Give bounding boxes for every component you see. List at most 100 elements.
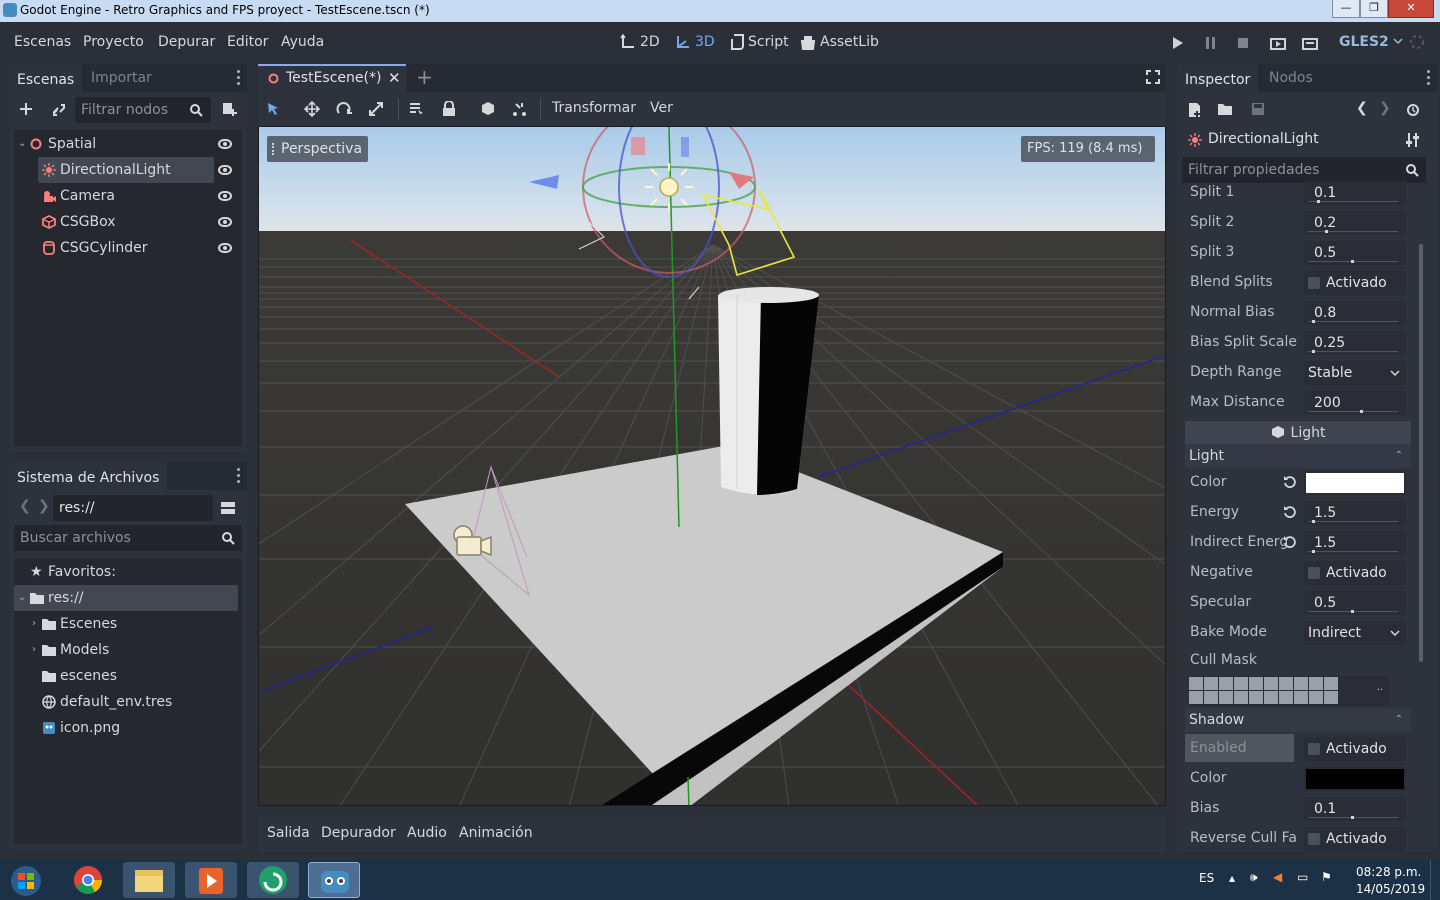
- menu-ayuda[interactable]: Ayuda: [281, 34, 324, 50]
- add-node-icon[interactable]: [19, 102, 33, 116]
- fs-favorites[interactable]: ★ Favoritos:: [14, 559, 242, 585]
- property-value-slider[interactable]: 0.2: [1304, 211, 1406, 235]
- fs-file-icon-png[interactable]: icon.png: [14, 715, 242, 741]
- snap-icon[interactable]: [512, 101, 528, 117]
- language-indicator[interactable]: ES: [1199, 871, 1214, 885]
- property-value-slider[interactable]: 0.25: [1304, 331, 1406, 355]
- reset-icon[interactable]: [1283, 535, 1296, 548]
- tab-animacion[interactable]: Animación: [459, 825, 533, 841]
- property-checkbox[interactable]: Activado: [1304, 561, 1406, 585]
- object-properties-icon[interactable]: [1405, 132, 1421, 148]
- mode-2d-button[interactable]: 2D: [620, 34, 660, 50]
- tab-importar[interactable]: Importar: [83, 64, 160, 92]
- new-tab-icon[interactable]: +: [416, 65, 433, 89]
- media-taskbar-button[interactable]: [185, 862, 237, 898]
- back-arrow-icon[interactable]: ❮: [19, 498, 31, 514]
- clock-date[interactable]: 14/05/2019: [1356, 882, 1425, 896]
- network-icon[interactable]: ▭: [1297, 870, 1308, 884]
- clock-time[interactable]: 08:28 p.m.: [1356, 865, 1421, 879]
- mode-script-button[interactable]: Script: [730, 34, 789, 50]
- renderer-selector[interactable]: GLES2: [1339, 34, 1403, 50]
- dock-menu-icon[interactable]: [1427, 70, 1431, 86]
- save-icon[interactable]: [1251, 102, 1265, 116]
- tab-filesystem[interactable]: Sistema de Archivos: [9, 462, 168, 490]
- transform-menu[interactable]: Transformar: [552, 100, 636, 116]
- maximize-button[interactable]: ❐: [1360, 0, 1388, 18]
- explorer-taskbar-button[interactable]: [123, 862, 175, 898]
- chrome-taskbar-button[interactable]: [62, 862, 114, 898]
- warning-icon[interactable]: ◀: [1273, 870, 1282, 884]
- section-light[interactable]: Light ⌃: [1185, 444, 1411, 468]
- instance-scene-icon[interactable]: [221, 101, 237, 117]
- minimize-button[interactable]: —: [1332, 0, 1360, 18]
- dock-menu-icon[interactable]: [237, 468, 241, 484]
- inspector-scrollbar[interactable]: [1419, 244, 1423, 662]
- tab-salida[interactable]: Salida: [267, 825, 310, 841]
- property-value-slider[interactable]: 0.5: [1304, 591, 1406, 615]
- menu-proyecto[interactable]: Proyecto: [83, 34, 144, 50]
- history-back-icon[interactable]: ❮: [1356, 100, 1368, 116]
- view-menu[interactable]: Ver: [650, 100, 673, 116]
- start-button[interactable]: [0, 862, 56, 898]
- volume-icon[interactable]: 🕪: [1250, 870, 1258, 885]
- mode-assetlib-button[interactable]: AssetLib: [800, 34, 879, 50]
- property-color-picker[interactable]: [1304, 471, 1406, 495]
- fs-folder-models[interactable]: › Models: [14, 637, 242, 663]
- tree-node-directionallight[interactable]: DirectionalLight: [14, 157, 242, 183]
- property-checkbox[interactable]: Activado: [1304, 737, 1406, 761]
- play-scene-icon[interactable]: [1270, 36, 1286, 50]
- mode-3d-button[interactable]: 3D: [675, 34, 715, 50]
- lock-icon[interactable]: [442, 101, 456, 117]
- flag-icon[interactable]: ⚑: [1321, 870, 1332, 884]
- stop-icon[interactable]: [1237, 36, 1249, 50]
- menu-depurar[interactable]: Depurar: [158, 34, 215, 50]
- menu-escenas[interactable]: Escenas: [14, 34, 71, 50]
- scale-tool-icon[interactable]: [368, 101, 384, 117]
- tree-node-csgcylinder[interactable]: CSGCylinder: [14, 235, 242, 261]
- fs-res-root[interactable]: ⌄ res://: [14, 585, 242, 611]
- open-folder-icon[interactable]: [1218, 103, 1234, 117]
- tab-testescene[interactable]: TestEscene(*) ✕: [258, 64, 406, 92]
- link-icon[interactable]: [51, 102, 67, 118]
- pause-icon[interactable]: [1205, 36, 1217, 50]
- property-value-slider[interactable]: 1.5: [1304, 531, 1406, 555]
- tree-node-spatial[interactable]: ⌄ Spatial: [14, 131, 242, 157]
- fs-file-default-env[interactable]: default_env.tres: [14, 689, 242, 715]
- property-color-picker[interactable]: [1304, 767, 1406, 791]
- property-value-slider[interactable]: 0.8: [1304, 301, 1406, 325]
- property-value-slider[interactable]: 0.1: [1304, 181, 1406, 205]
- history-forward-icon[interactable]: ❯: [1379, 100, 1391, 116]
- forward-arrow-icon[interactable]: ❯: [38, 498, 50, 514]
- visibility-eye-icon[interactable]: [218, 165, 232, 175]
- close-tab-icon[interactable]: ✕: [388, 69, 401, 87]
- play-custom-scene-icon[interactable]: [1302, 36, 1318, 50]
- property-dropdown[interactable]: Stable: [1304, 361, 1406, 385]
- group-icon[interactable]: [480, 101, 496, 117]
- property-checkbox[interactable]: Activado: [1304, 271, 1406, 295]
- list-select-icon[interactable]: [408, 101, 424, 117]
- property-value-slider[interactable]: 200: [1304, 391, 1406, 415]
- app-taskbar-button[interactable]: [247, 862, 299, 898]
- tree-node-camera[interactable]: Camera: [14, 183, 242, 209]
- tree-node-csgbox[interactable]: CSGBox: [14, 209, 242, 235]
- tab-escenas[interactable]: Escenas: [9, 64, 83, 92]
- tab-inspector[interactable]: Inspector: [1177, 64, 1259, 92]
- tab-audio[interactable]: Audio: [407, 825, 447, 841]
- close-window-button[interactable]: ✕: [1388, 0, 1434, 18]
- dock-menu-icon[interactable]: [237, 70, 241, 86]
- show-desktop-button[interactable]: [1430, 860, 1440, 900]
- select-tool-icon[interactable]: [266, 102, 280, 116]
- reset-icon[interactable]: [1283, 475, 1296, 488]
- visibility-eye-icon[interactable]: [218, 243, 232, 253]
- fs-folder-escenes[interactable]: › Escenes: [14, 611, 242, 637]
- property-checkbox[interactable]: Activado: [1304, 827, 1406, 851]
- fs-folder-escenes-lower[interactable]: escenes: [14, 663, 242, 689]
- property-value-slider[interactable]: 1.5: [1304, 501, 1406, 525]
- search-files-input[interactable]: Buscar archivos: [14, 525, 242, 551]
- tab-depurador[interactable]: Depurador: [321, 825, 396, 841]
- property-value-slider[interactable]: 0.1: [1304, 797, 1406, 821]
- tab-nodos[interactable]: Nodos: [1261, 64, 1321, 92]
- reset-icon[interactable]: [1283, 505, 1296, 518]
- menu-editor[interactable]: Editor: [227, 34, 268, 50]
- tray-chevron-icon[interactable]: ▴: [1229, 871, 1235, 885]
